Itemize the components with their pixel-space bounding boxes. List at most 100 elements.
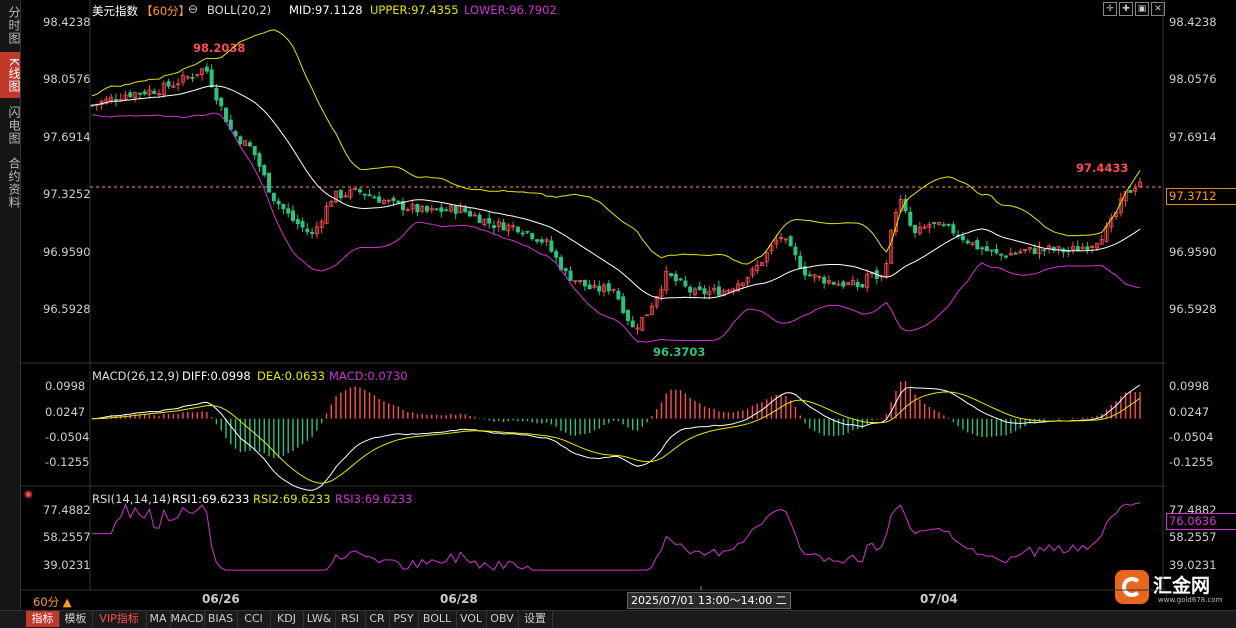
- candle-body: [247, 142, 252, 147]
- candle-body: [688, 286, 693, 293]
- candle-body: [582, 279, 587, 287]
- candle-body: [424, 205, 429, 212]
- candle-body: [501, 222, 506, 231]
- candle-body: [477, 214, 482, 224]
- candle-body: [975, 240, 980, 250]
- candle-body: [252, 146, 257, 156]
- tab-item-15[interactable]: 设置: [518, 611, 553, 627]
- tab-item-0[interactable]: 指标: [26, 611, 60, 627]
- candle-body: [530, 233, 535, 240]
- tab-macd[interactable]: MACD: [170, 611, 205, 627]
- sidebar-item-flash[interactable]: 闪电图: [0, 102, 21, 148]
- candle-body: [1004, 255, 1009, 258]
- candle-body: [377, 196, 382, 203]
- candle-body: [209, 69, 214, 88]
- candle-body: [788, 236, 793, 247]
- candle-body: [338, 190, 343, 199]
- candle-body: [587, 284, 592, 290]
- tab-vip[interactable]: VIP指标: [92, 611, 147, 627]
- candle-body: [286, 208, 291, 214]
- candle-body: [841, 281, 846, 287]
- tab-lw[interactable]: LW&: [303, 611, 336, 627]
- tab-obv[interactable]: OBV: [486, 611, 519, 627]
- candle-body: [152, 90, 157, 95]
- candle-body: [673, 274, 678, 282]
- candle-body: [597, 285, 602, 292]
- candle-body: [415, 203, 420, 213]
- candle-body: [1013, 252, 1018, 255]
- candle-body: [822, 277, 827, 284]
- candle-body: [434, 208, 439, 211]
- candle-body: [960, 235, 965, 241]
- boll-mid-line: [91, 85, 1141, 300]
- tab-vol[interactable]: VOL: [456, 611, 487, 627]
- kline-chart[interactable]: [21, 0, 1236, 610]
- candle-body: [362, 193, 367, 196]
- tab-cci[interactable]: CCI: [237, 611, 271, 627]
- candle-body: [1042, 249, 1047, 252]
- tab-ma[interactable]: MA: [146, 611, 171, 627]
- candle-body: [190, 77, 195, 79]
- candle-body: [946, 223, 951, 226]
- candle-body: [214, 87, 219, 101]
- candle-body: [113, 99, 118, 101]
- tab-kdj[interactable]: KDJ: [270, 611, 304, 627]
- sidebar-item-contract[interactable]: 合约资料: [0, 154, 21, 212]
- candle-body: [616, 290, 621, 300]
- candle-body: [300, 221, 305, 228]
- candle-body: [630, 320, 635, 328]
- candle-body: [142, 91, 147, 95]
- candle-body: [999, 253, 1004, 256]
- tab-boll[interactable]: BOLL: [418, 611, 457, 627]
- candle-body: [697, 286, 702, 291]
- tab-cr[interactable]: CR: [365, 611, 390, 627]
- candle-body: [563, 268, 568, 272]
- candle-body: [941, 224, 946, 227]
- candle-body: [271, 192, 276, 202]
- candle-body: [831, 281, 836, 285]
- candle-body: [683, 280, 688, 287]
- candle-body: [491, 225, 496, 229]
- tab-bias[interactable]: BIAS: [204, 611, 238, 627]
- candle-body: [984, 246, 989, 252]
- tab-rsi[interactable]: RSI: [335, 611, 366, 627]
- candle-body: [525, 230, 530, 233]
- candle-body: [520, 232, 525, 235]
- tab-item-1[interactable]: 模板: [59, 611, 93, 627]
- candle-body: [396, 200, 401, 203]
- macd-dea-line: [91, 391, 1141, 484]
- sidebar-item-kline[interactable]: K线图: [0, 52, 21, 98]
- candle-body: [453, 206, 458, 214]
- candle-body: [463, 207, 468, 213]
- candle-body: [793, 246, 798, 256]
- candle-body: [1075, 246, 1080, 252]
- candle-body: [798, 255, 803, 269]
- candle-body: [262, 165, 267, 176]
- candle-body: [855, 282, 860, 287]
- candle-body: [305, 228, 310, 233]
- rsi-line: [92, 502, 1141, 571]
- candle-body: [913, 224, 918, 234]
- candle-body: [621, 296, 626, 314]
- candle-body: [204, 66, 209, 72]
- candle-body: [295, 219, 300, 225]
- candle-body: [606, 283, 611, 292]
- candle-body: [372, 196, 377, 199]
- candle-body: [468, 211, 473, 217]
- tab-psy[interactable]: PSY: [389, 611, 419, 627]
- candle-body: [535, 239, 540, 242]
- candle-body: [678, 278, 683, 281]
- candle-body: [219, 97, 224, 107]
- candle-body: [625, 310, 630, 321]
- candle-body: [137, 92, 142, 95]
- candle-body: [276, 200, 281, 205]
- candle-body: [539, 239, 544, 243]
- candle-body: [128, 92, 133, 98]
- macd-diff-line: [91, 384, 1141, 491]
- candle-body: [1032, 248, 1037, 255]
- sidebar-item-timeshare[interactable]: 分时图: [0, 4, 21, 46]
- candle-body: [238, 136, 243, 145]
- candle-body: [989, 249, 994, 252]
- candle-body: [290, 210, 295, 221]
- candle-body: [367, 194, 372, 197]
